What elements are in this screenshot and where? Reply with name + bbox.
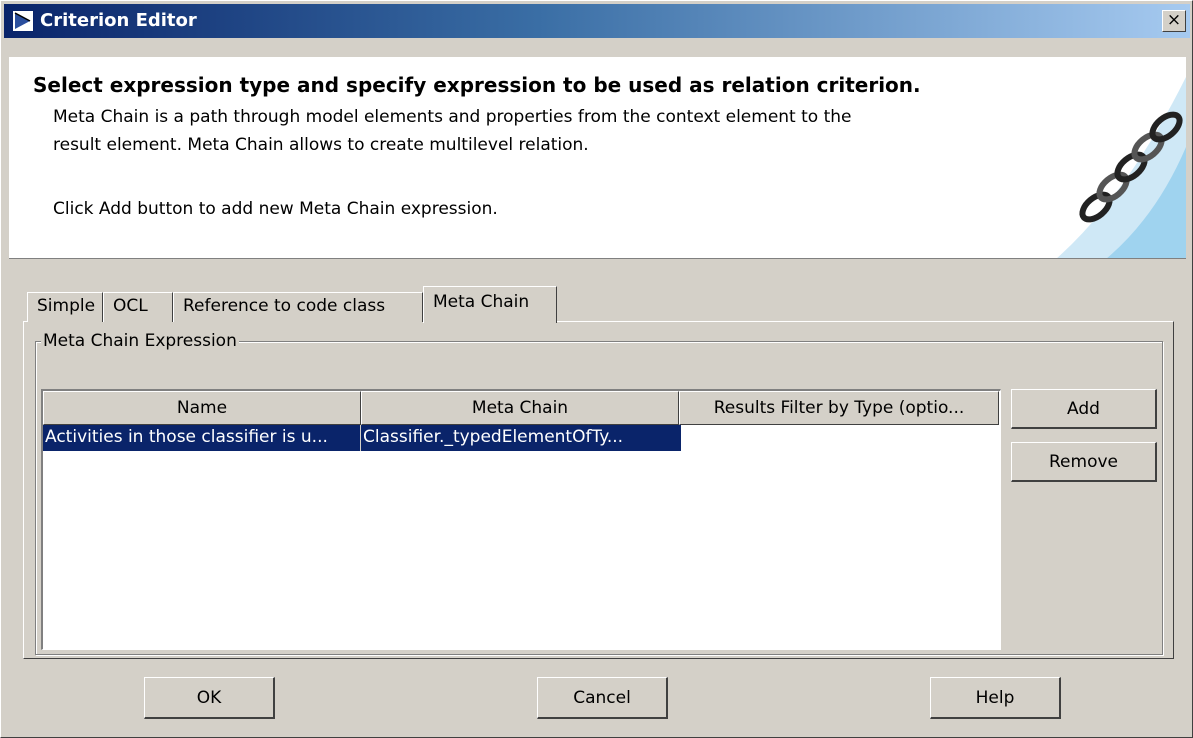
- header-instruction: Click Add button to add new Meta Chain e…: [53, 199, 498, 219]
- column-header-name[interactable]: Name: [43, 391, 361, 425]
- add-button[interactable]: Add: [1011, 389, 1157, 429]
- column-header-meta-chain[interactable]: Meta Chain: [361, 391, 679, 425]
- table-row[interactable]: Activities in those classifier is u... C…: [43, 425, 681, 451]
- cell-name[interactable]: Activities in those classifier is u...: [43, 425, 361, 451]
- app-icon: [12, 10, 34, 32]
- column-header-results-filter[interactable]: Results Filter by Type (optio...: [679, 391, 999, 425]
- remove-button[interactable]: Remove: [1011, 442, 1157, 482]
- close-button[interactable]: ×: [1162, 10, 1186, 32]
- meta-chain-table[interactable]: Name Meta Chain Results Filter by Type (…: [41, 389, 1001, 650]
- tab-reference-to-code-class[interactable]: Reference to code class: [173, 292, 423, 322]
- ok-button[interactable]: OK: [144, 677, 275, 719]
- header-description-line-2: result element. Meta Chain allows to cre…: [53, 135, 589, 155]
- tab-meta-chain[interactable]: Meta Chain: [423, 286, 557, 323]
- criterion-editor-window: Criterion Editor × Select expression typ…: [0, 0, 1193, 738]
- tab-simple[interactable]: Simple: [27, 292, 103, 322]
- header-description-line-1: Meta Chain is a path through model eleme…: [53, 107, 852, 127]
- help-button[interactable]: Help: [930, 677, 1061, 719]
- cancel-button[interactable]: Cancel: [537, 677, 668, 719]
- cell-meta-chain[interactable]: Classifier._typedElementOfTy...: [361, 425, 681, 451]
- chain-icon: [1057, 77, 1186, 258]
- header-heading: Select expression type and specify expre…: [33, 73, 921, 97]
- title-bar[interactable]: Criterion Editor ×: [4, 4, 1190, 38]
- close-icon: ×: [1166, 10, 1182, 30]
- description-header: Select expression type and specify expre…: [9, 57, 1186, 259]
- tab-ocl[interactable]: OCL: [103, 292, 173, 322]
- group-label: Meta Chain Expression: [41, 331, 239, 351]
- window-title: Criterion Editor: [40, 10, 197, 31]
- table-header: Name Meta Chain Results Filter by Type (…: [43, 391, 1000, 425]
